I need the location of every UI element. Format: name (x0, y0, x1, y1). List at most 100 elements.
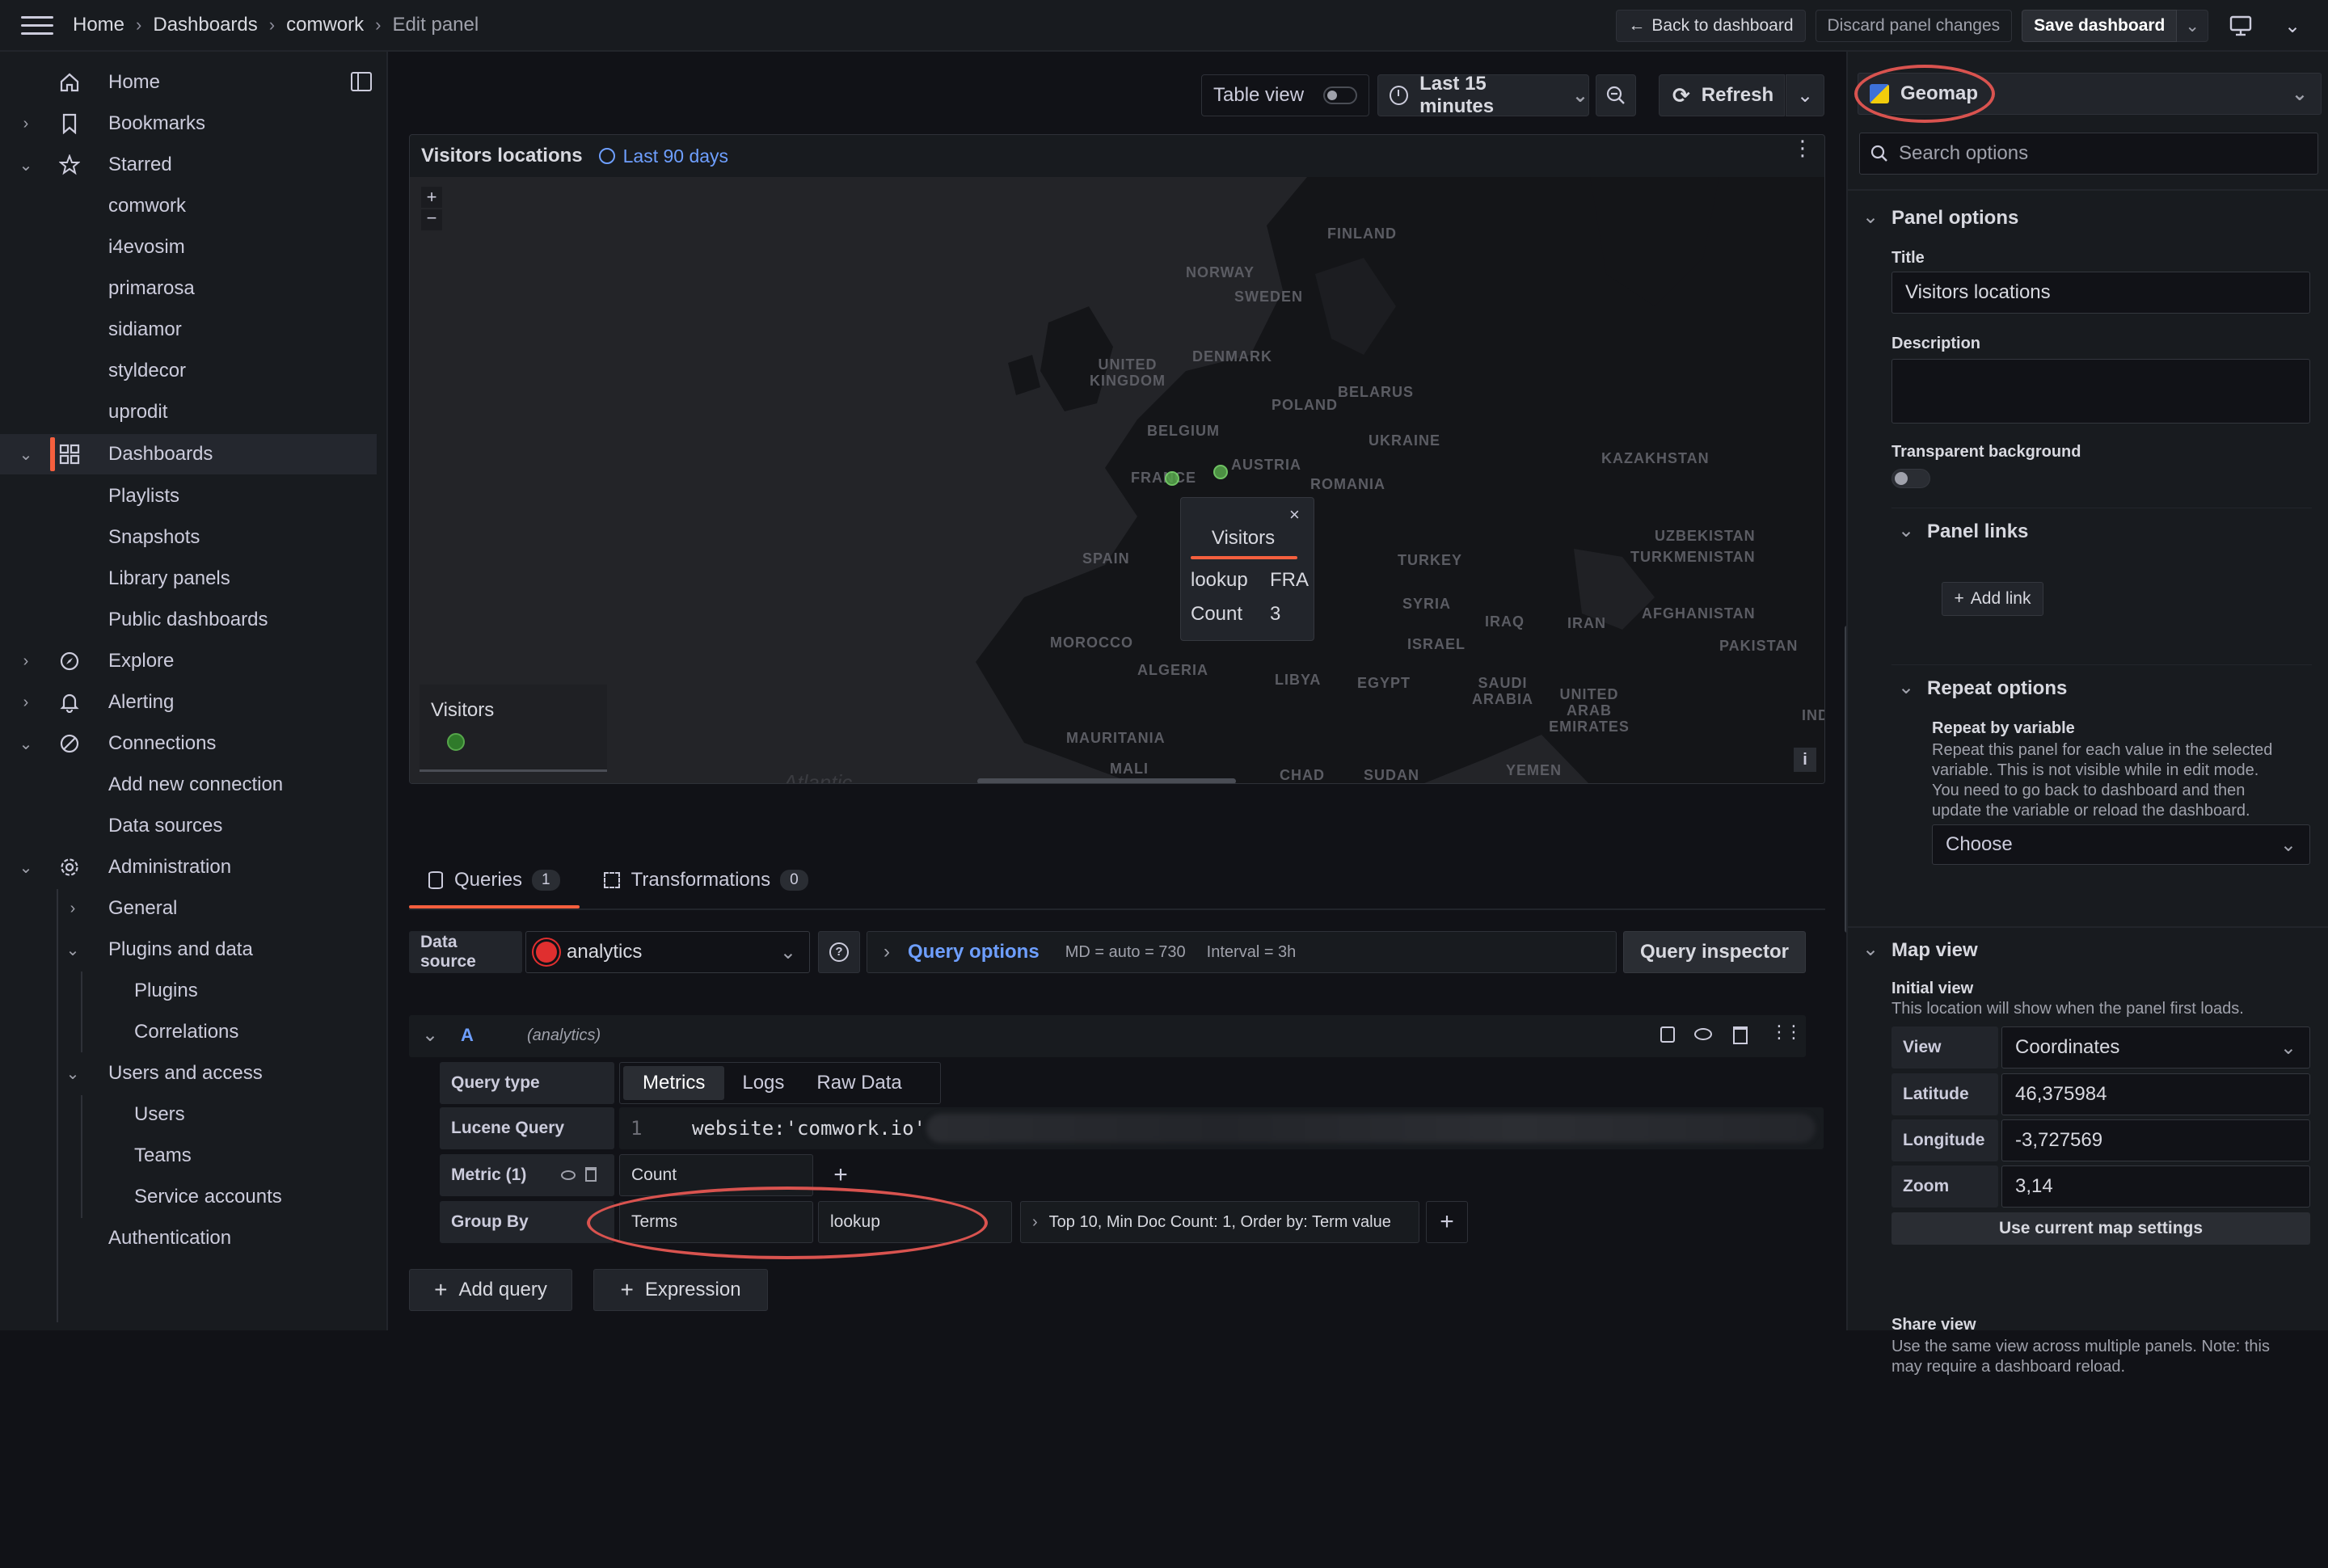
drag-handle-icon[interactable]: ⋮⋮ (1770, 1022, 1803, 1043)
collapse-chevron-icon[interactable]: ⌄ (65, 1064, 81, 1084)
breadcrumb-comwork[interactable]: comwork (286, 14, 364, 36)
nav-dash-item[interactable]: Library panels (0, 558, 377, 599)
add-query-button[interactable]: + Add query (409, 1269, 572, 1311)
nav-starred[interactable]: ⌄ Starred (0, 145, 377, 185)
nav-general[interactable]: › General (0, 888, 377, 929)
eye-icon[interactable] (561, 1170, 576, 1180)
breadcrumb-home[interactable]: Home (73, 14, 124, 36)
world-map[interactable]: FINLAND SWEDEN NORWAY UNITED KINGDOM DEN… (410, 177, 1824, 783)
map-view-section[interactable]: Map view (1892, 939, 1978, 962)
map-marker[interactable] (1213, 465, 1228, 479)
add-group-by-button[interactable]: + (1426, 1201, 1468, 1243)
back-to-dashboard-button[interactable]: ← Back to dashboard (1616, 10, 1806, 42)
query-options-bar[interactable]: › Query options MD = auto = 730 Interval… (867, 931, 1617, 973)
longitude-input[interactable]: -3,727569 (2001, 1119, 2310, 1161)
nav-starred-item[interactable]: comwork (0, 186, 377, 226)
nav-starred-item[interactable]: primarosa (0, 268, 377, 309)
tab-queries[interactable]: Queries 1 (409, 852, 580, 908)
collapse-chevron-icon[interactable]: ⌄ (1898, 519, 1914, 542)
nav-bookmarks[interactable]: › Bookmarks (0, 103, 377, 144)
nav-administration[interactable]: ⌄ Administration (0, 847, 377, 887)
query-type-metrics[interactable]: Metrics (623, 1066, 725, 1100)
collapse-chevron-icon[interactable]: ⌄ (1862, 938, 1879, 961)
discard-changes-button[interactable]: Discard panel changes (1815, 10, 2013, 42)
time-range-picker[interactable]: Last 15 minutes ⌄ (1377, 73, 1589, 117)
nav-teams[interactable]: Teams (0, 1136, 377, 1176)
nav-plugins[interactable]: Plugins (0, 971, 377, 1011)
nav-users-and-access[interactable]: ⌄ Users and access (0, 1053, 377, 1094)
panel-title-input[interactable]: Visitors locations (1892, 272, 2310, 314)
zoom-out-icon[interactable] (1596, 74, 1636, 116)
save-dashboard-button[interactable]: Save dashboard (2022, 10, 2178, 42)
panel-menu-icon[interactable]: ⋮ (1792, 137, 1813, 158)
query-type-raw-data[interactable]: Raw Data (802, 1066, 916, 1100)
map-marker[interactable] (1165, 471, 1179, 486)
add-link-button[interactable]: + Add link (1942, 582, 2043, 616)
save-options-chevron-icon[interactable]: ⌄ (2177, 10, 2208, 42)
query-type-logs[interactable]: Logs (724, 1066, 802, 1100)
collapse-chevron-icon[interactable]: ⌄ (1898, 676, 1914, 699)
monitor-icon[interactable] (2221, 10, 2260, 42)
dock-menu-icon[interactable] (351, 72, 372, 91)
zoom-input[interactable]: 3,14 (2001, 1165, 2310, 1208)
panel-links-section[interactable]: Panel links (1927, 521, 2028, 543)
breadcrumb-dashboards[interactable]: Dashboards (153, 14, 257, 36)
nav-conn-item[interactable]: Data sources (0, 806, 377, 846)
map-scrollbar[interactable] (977, 778, 1236, 783)
collapse-chevron-icon[interactable]: ⌄ (422, 1023, 438, 1047)
nav-starred-item[interactable]: styldecor (0, 351, 377, 391)
repeat-options-section[interactable]: Repeat options (1927, 677, 2067, 700)
panel-options-section[interactable]: Panel options (1892, 207, 2018, 230)
nav-starred-item[interactable]: sidiamor (0, 310, 377, 350)
nav-explore[interactable]: › Explore (0, 641, 377, 681)
use-current-map-settings-button[interactable]: Use current map settings (1892, 1212, 2310, 1245)
search-options-input[interactable]: Search options (1859, 133, 2318, 175)
nav-connections[interactable]: ⌄ Connections (0, 723, 377, 764)
latitude-input[interactable]: 46,375984 (2001, 1073, 2310, 1115)
chevron-down-icon[interactable]: ⌄ (2273, 10, 2312, 42)
expand-chevron-icon[interactable]: › (18, 693, 34, 712)
repeat-variable-select[interactable]: Choose ⌄ (1932, 824, 2310, 865)
expand-chevron-icon[interactable]: › (18, 652, 34, 671)
hamburger-menu-icon[interactable] (21, 9, 53, 41)
trash-icon[interactable] (1733, 1026, 1748, 1044)
query-inspector-button[interactable]: Query inspector (1623, 931, 1806, 973)
nav-dash-item[interactable]: Public dashboards (0, 600, 377, 640)
refresh-interval-chevron-icon[interactable]: ⌄ (1786, 74, 1824, 116)
map-info-icon[interactable]: i (1794, 748, 1816, 772)
refresh-button[interactable]: ⟳ Refresh (1659, 74, 1785, 116)
nav-service-accounts[interactable]: Service accounts (0, 1177, 377, 1217)
tab-transformations[interactable]: Transformations 0 (584, 852, 828, 908)
zoom-out-button[interactable]: − (421, 209, 442, 230)
toggle-switch[interactable] (1323, 86, 1357, 104)
panel-description-input[interactable] (1892, 359, 2310, 424)
nav-conn-item[interactable]: Add new connection (0, 765, 377, 805)
nav-dash-item[interactable]: Playlists (0, 476, 377, 516)
nav-alerting[interactable]: › Alerting (0, 682, 377, 723)
nav-dash-item[interactable]: Snapshots (0, 517, 377, 558)
nav-users[interactable]: Users (0, 1094, 377, 1135)
collapse-chevron-icon[interactable]: ⌄ (18, 734, 34, 754)
transparent-toggle[interactable] (1892, 469, 1930, 488)
table-view-toggle[interactable]: Table view (1201, 74, 1369, 116)
nav-authentication[interactable]: Authentication (0, 1218, 377, 1258)
expand-chevron-icon[interactable]: › (65, 900, 81, 918)
map-view-select[interactable]: Coordinates ⌄ (2001, 1026, 2310, 1069)
collapse-chevron-icon[interactable]: ⌄ (65, 940, 81, 960)
group-by-settings[interactable]: › Top 10, Min Doc Count: 1, Order by: Ter… (1020, 1201, 1419, 1243)
eye-icon[interactable] (1694, 1028, 1712, 1040)
nav-plugins-and-data[interactable]: ⌄ Plugins and data (0, 929, 377, 970)
expression-button[interactable]: + Expression (593, 1269, 768, 1311)
nav-dashboards[interactable]: ⌄ Dashboards (0, 434, 377, 474)
datasource-help-icon[interactable]: ? (818, 931, 860, 973)
nav-starred-item[interactable]: uprodit (0, 392, 377, 432)
collapse-chevron-icon[interactable]: ⌄ (18, 858, 34, 878)
collapse-chevron-icon[interactable]: ⌄ (18, 445, 34, 465)
lucene-query-editor[interactable]: 1 website:'comwork.io' (619, 1107, 1824, 1149)
close-icon[interactable]: × (1289, 504, 1300, 525)
zoom-in-button[interactable]: + (421, 187, 442, 208)
datasource-picker[interactable]: analytics ⌄ (525, 931, 810, 973)
nav-starred-item[interactable]: i4evosim (0, 227, 377, 268)
duplicate-query-icon[interactable] (1660, 1026, 1675, 1043)
collapse-chevron-icon[interactable]: ⌄ (18, 155, 34, 175)
